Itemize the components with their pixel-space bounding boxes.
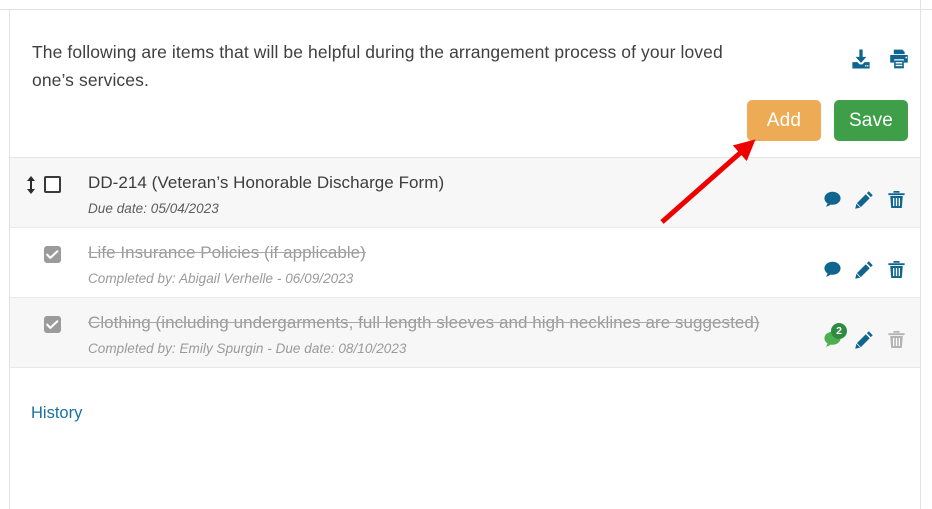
comment-count-badge: 2 [831,323,847,339]
table-row: Life Insurance Policies (if applicable) C… [10,228,920,298]
checklist-row-inner: Clothing (including undergarments, full … [10,311,920,356]
download-icon[interactable] [850,48,872,70]
checklist-item-body: Life Insurance Policies (if applicable) C… [88,241,810,286]
checklist-item-title: Life Insurance Policies (if applicable) [88,243,366,262]
checklist-row-actions [823,260,906,279]
trash-icon[interactable] [887,190,906,209]
checklist-item-meta: Due date: 05/04/2023 [88,201,219,216]
checklist: DD-214 (Veteran’s Honorable Discharge Fo… [10,158,920,368]
checklist-item-checkbox[interactable] [44,176,61,193]
page-root: The following are items that will be hel… [0,0,932,509]
print-icon[interactable] [888,48,910,70]
checklist-item-title: Clothing (including undergarments, full … [88,313,760,332]
checklist-item-body: DD-214 (Veteran’s Honorable Discharge Fo… [88,171,810,216]
card-header: The following are items that will be hel… [10,10,920,158]
card-footer: History [10,368,920,458]
checklist-item-body: Clothing (including undergarments, full … [88,311,810,356]
checklist-row-actions [823,190,906,209]
add-button[interactable]: Add [747,100,821,141]
table-row: Clothing (including undergarments, full … [10,298,920,368]
header-icon-group [850,48,910,70]
checklist-item-meta: Completed by: Abigail Verhelle - 06/09/2… [88,271,354,286]
checklist-row-inner: Life Insurance Policies (if applicable) C… [10,241,920,286]
intro-text: The following are items that will be hel… [32,42,723,90]
pencil-icon[interactable] [855,260,874,279]
checklist-card: The following are items that will be hel… [10,10,920,509]
history-link[interactable]: History [31,404,82,423]
drag-handle-icon[interactable] [25,176,37,194]
pencil-icon[interactable] [855,330,874,349]
pencil-icon[interactable] [855,190,874,209]
header-button-group: Add Save [747,100,908,141]
checklist-item-checkbox[interactable] [44,316,61,333]
checklist-item-checkbox[interactable] [44,246,61,263]
checklist-item-meta: Completed by: Emily Spurgin - Due date: … [88,341,407,356]
comment-icon[interactable] [823,190,842,209]
frame-right-divider [920,0,921,509]
save-button[interactable]: Save [834,100,908,141]
table-row: DD-214 (Veteran’s Honorable Discharge Fo… [10,158,920,228]
trash-icon [887,330,906,349]
comment-icon[interactable]: 2 [823,323,847,349]
checklist-item-title: DD-214 (Veteran’s Honorable Discharge Fo… [88,173,445,192]
checklist-row-actions: 2 [823,323,906,349]
trash-icon[interactable] [887,260,906,279]
comment-icon[interactable] [823,260,842,279]
checklist-row-inner: DD-214 (Veteran’s Honorable Discharge Fo… [10,171,920,216]
